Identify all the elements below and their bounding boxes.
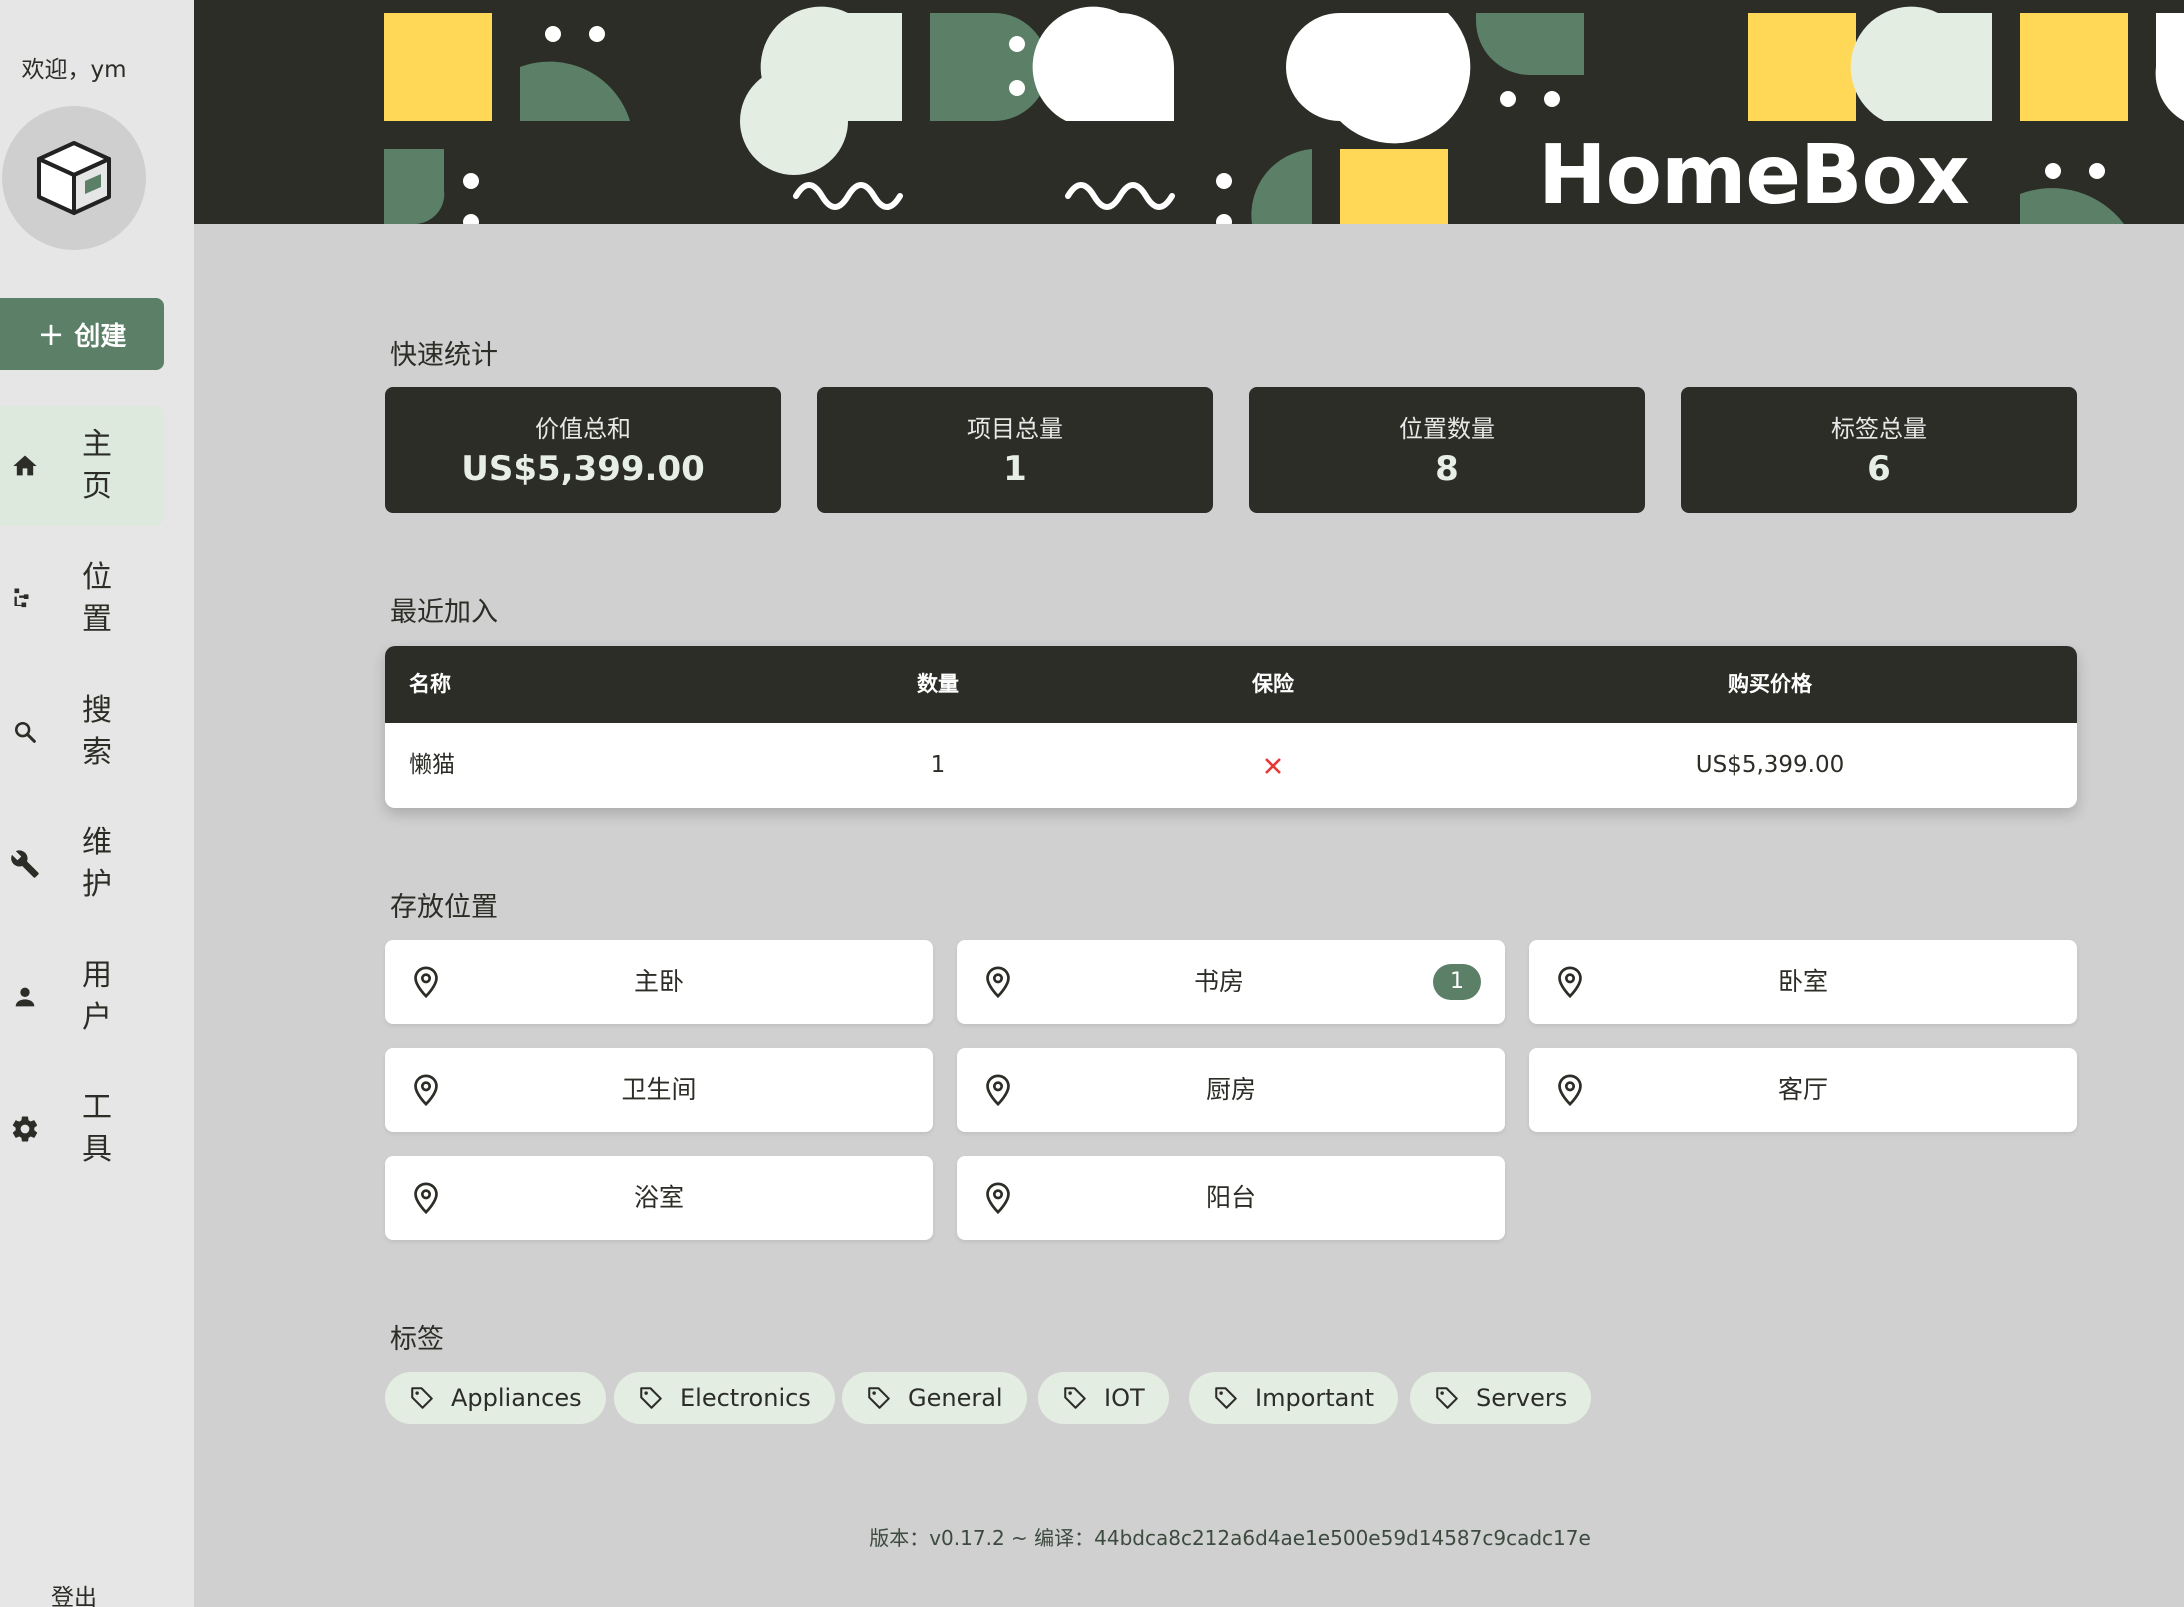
tag-icon xyxy=(866,1384,894,1412)
tag-icon xyxy=(638,1384,666,1412)
location-card[interactable]: 主卧 xyxy=(385,940,933,1024)
label-chip-text: Important xyxy=(1255,1384,1374,1412)
table-row[interactable]: 懒猫 1 US$5,399.00 xyxy=(385,723,2077,808)
column-header-name[interactable]: 名称 xyxy=(409,646,451,723)
stat-label: 项目总量 xyxy=(967,415,1063,443)
column-header-quantity[interactable]: 数量 xyxy=(888,646,988,723)
banner: HomeBox xyxy=(194,0,2184,224)
tag-icon xyxy=(1213,1384,1241,1412)
location-name: 浴室 xyxy=(633,1183,684,1212)
sidebar-item-label: 用户 xyxy=(82,958,112,1035)
sidebar: 欢迎，ym + 创建 主页 位置 搜索 维护 用户 工具 登出 xyxy=(0,0,194,1607)
location-card[interactable]: 客厅 xyxy=(1529,1048,2077,1132)
location-card[interactable]: 卧室 xyxy=(1529,940,2077,1024)
label-chip-text: Servers xyxy=(1476,1384,1568,1412)
stat-value: 1 xyxy=(1003,449,1027,489)
cell-quantity: 1 xyxy=(930,752,946,778)
stat-card-location-count: 位置数量 8 xyxy=(1249,387,1645,513)
location-card[interactable]: 书房 1 xyxy=(957,940,1505,1024)
brand-logo: HomeBox xyxy=(1538,128,1970,223)
gear-icon xyxy=(10,1114,40,1144)
recent-items-table: 名称 数量 保险 购买价格 懒猫 1 US$5,399.00 xyxy=(385,646,2077,808)
stat-label: 价值总和 xyxy=(535,415,631,443)
close-x-icon xyxy=(1265,757,1281,774)
sidebar-item-label: 工具 xyxy=(82,1090,112,1167)
location-card[interactable]: 阳台 xyxy=(957,1156,1505,1240)
sidebar-item-label: 搜索 xyxy=(82,693,112,770)
column-header-insured[interactable]: 保险 xyxy=(1223,646,1323,723)
section-title-recent: 最近加入 xyxy=(390,597,498,628)
item-count-badge: 1 xyxy=(1433,964,1481,1000)
sidebar-item-label: 位置 xyxy=(82,560,112,637)
section-title-locations: 存放位置 xyxy=(390,892,498,923)
location-name: 卫生间 xyxy=(621,1075,697,1104)
tag-icon xyxy=(409,1384,437,1412)
sidebar-item-label: 维护 xyxy=(82,825,112,902)
location-name: 客厅 xyxy=(1777,1075,1828,1104)
version-footer: 版本：v0.17.2 ~ 编译：44bdca8c212a6d4ae1e500e5… xyxy=(869,1526,1591,1550)
locations-tree-icon xyxy=(10,584,40,614)
create-label: 创建 xyxy=(74,321,127,352)
label-chip[interactable]: Appliances xyxy=(385,1372,606,1424)
label-chip-text: Appliances xyxy=(451,1384,582,1412)
label-chip-text: Electronics xyxy=(680,1384,811,1412)
table-header: 名称 数量 保险 购买价格 xyxy=(385,646,2077,723)
stat-label: 位置数量 xyxy=(1399,415,1495,443)
location-name: 主卧 xyxy=(633,967,684,996)
plus-icon: + xyxy=(37,315,65,353)
sidebar-item-search[interactable]: 搜索 xyxy=(0,672,164,792)
tag-icon xyxy=(1062,1384,1090,1412)
wrench-icon xyxy=(10,849,40,879)
sidebar-item-locations[interactable]: 位置 xyxy=(0,539,164,659)
sidebar-item-users[interactable]: 用户 xyxy=(0,937,164,1057)
label-chip-text: IOT xyxy=(1104,1384,1145,1412)
stat-label: 标签总量 xyxy=(1831,415,1927,443)
section-title-labels: 标签 xyxy=(390,1324,444,1355)
stat-value: 8 xyxy=(1435,449,1459,489)
logout-button[interactable]: 登出 xyxy=(0,1578,148,1607)
stat-value: 6 xyxy=(1867,449,1891,489)
stat-card-label-count: 标签总量 6 xyxy=(1681,387,2077,513)
location-card[interactable]: 厨房 xyxy=(957,1048,1505,1132)
stat-card-total-items: 项目总量 1 xyxy=(817,387,1213,513)
sidebar-item-home[interactable]: 主页 xyxy=(0,406,164,526)
cell-insured xyxy=(1223,723,1323,808)
box-logo-icon xyxy=(37,141,111,215)
cell-name[interactable]: 懒猫 xyxy=(409,723,455,808)
label-chip[interactable]: IOT xyxy=(1038,1372,1169,1424)
location-name: 卧室 xyxy=(1777,967,1828,996)
location-name: 书房 xyxy=(1193,967,1244,996)
location-card[interactable]: 浴室 xyxy=(385,1156,933,1240)
label-chip[interactable]: Electronics xyxy=(614,1372,835,1424)
label-chip-text: General xyxy=(908,1384,1003,1412)
stat-value: US$5,399.00 xyxy=(461,449,705,489)
label-chip[interactable]: General xyxy=(842,1372,1027,1424)
label-chip[interactable]: Servers xyxy=(1410,1372,1592,1424)
location-name: 阳台 xyxy=(1205,1183,1256,1212)
column-header-price[interactable]: 购买价格 xyxy=(1670,646,1870,723)
home-icon xyxy=(10,451,40,481)
welcome-text: 欢迎，ym xyxy=(21,57,127,83)
cell-price: US$5,399.00 xyxy=(1695,752,1845,778)
sidebar-item-label: 主页 xyxy=(82,427,112,504)
avatar[interactable] xyxy=(2,106,146,250)
user-icon xyxy=(10,982,40,1012)
stat-card-total-value: 价值总和 US$5,399.00 xyxy=(385,387,781,513)
label-chip[interactable]: Important xyxy=(1189,1372,1398,1424)
create-button[interactable]: + 创建 xyxy=(0,298,164,370)
sidebar-item-tools[interactable]: 工具 xyxy=(0,1069,164,1189)
sidebar-item-maintenance[interactable]: 维护 xyxy=(0,804,164,924)
tag-icon xyxy=(1434,1384,1462,1412)
location-card[interactable]: 卫生间 xyxy=(385,1048,933,1132)
search-icon xyxy=(10,717,40,747)
location-name: 厨房 xyxy=(1205,1075,1256,1104)
section-title-quick-stats: 快速统计 xyxy=(390,340,498,371)
